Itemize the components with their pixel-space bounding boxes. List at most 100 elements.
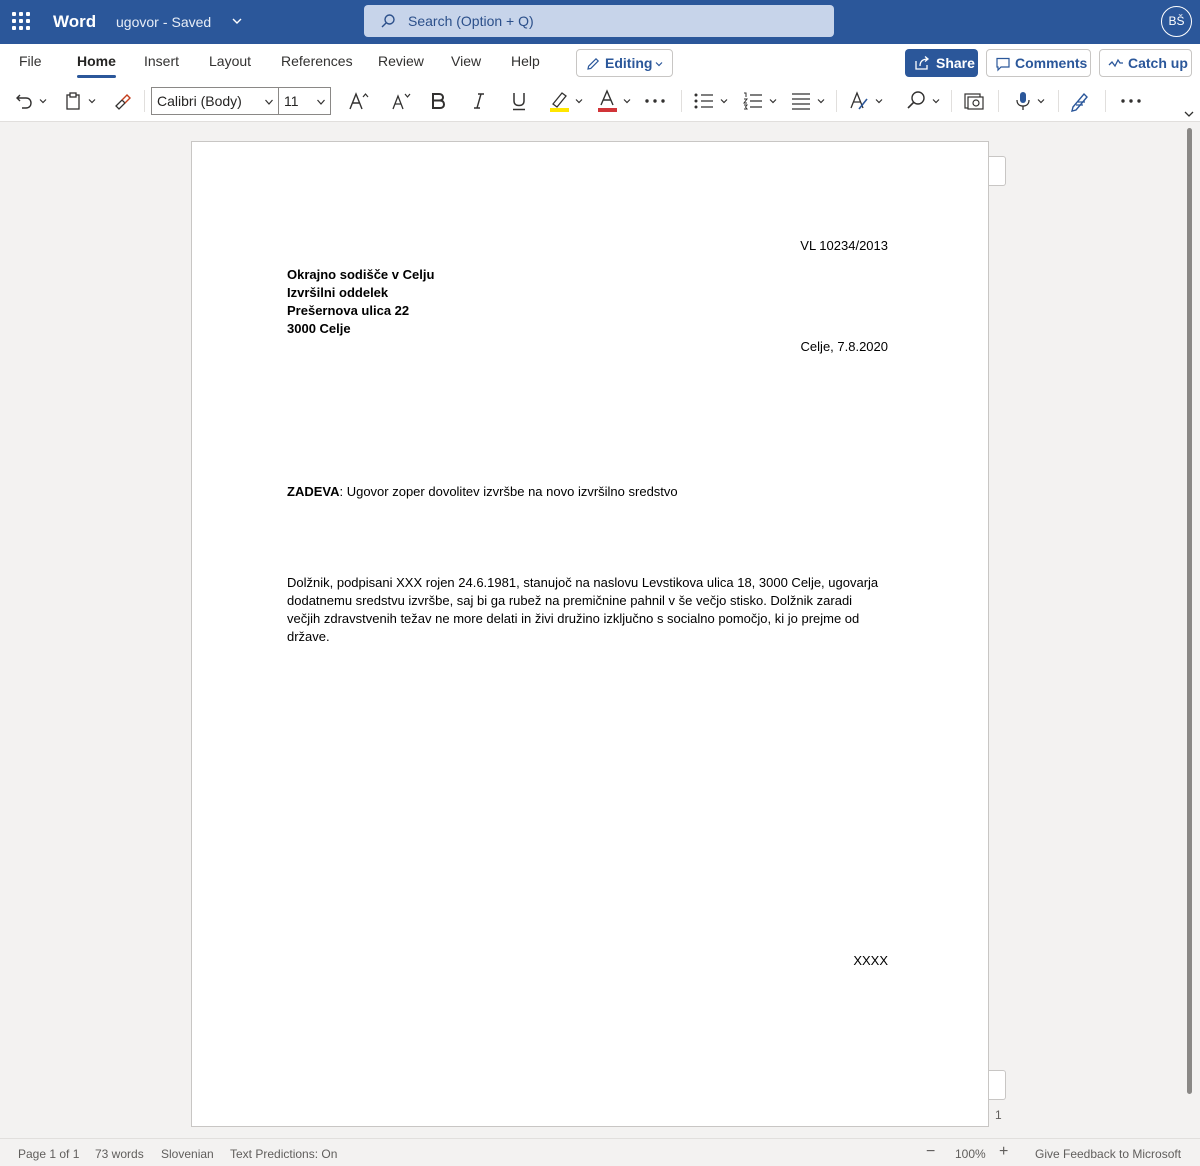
search-placeholder: Search (Option + Q) xyxy=(408,13,534,29)
divider xyxy=(836,90,837,112)
body-line: večjih zdravstvenih težav ne more delati… xyxy=(287,611,860,626)
recipient-line-1: Okrajno sodišče v Celju xyxy=(287,267,435,282)
share-button[interactable]: Share xyxy=(905,49,978,77)
font-name-select[interactable]: Calibri (Body) xyxy=(151,87,279,115)
text-predictions[interactable]: Text Predictions: On xyxy=(230,1147,337,1161)
font-color-swatch xyxy=(598,108,617,112)
highlight-color-button[interactable] xyxy=(548,88,584,114)
app-launcher-icon[interactable] xyxy=(12,12,30,30)
styles-button[interactable] xyxy=(848,88,884,114)
zoom-out-button[interactable]: − xyxy=(926,1143,935,1161)
more-icon xyxy=(645,99,665,103)
tab-layout[interactable]: Layout xyxy=(209,53,251,69)
chevron-down-icon xyxy=(769,99,777,104)
recipient-line-2: Izvršilni oddelek xyxy=(287,285,389,300)
undo-button[interactable] xyxy=(14,88,48,114)
more-font-options-button[interactable] xyxy=(644,88,666,114)
dictate-button[interactable] xyxy=(1014,88,1046,114)
language[interactable]: Slovenian xyxy=(161,1147,214,1161)
recipient-line-3: Prešernova ulica 22 xyxy=(287,303,410,318)
divider xyxy=(1058,90,1059,112)
document-title[interactable]: ugovor - Saved xyxy=(116,14,211,30)
tab-view[interactable]: View xyxy=(451,53,481,69)
share-icon xyxy=(915,56,930,70)
search-icon xyxy=(381,14,395,28)
divider xyxy=(951,90,952,112)
format-painter-icon xyxy=(115,94,131,110)
body-line: dodatnemu sredstvu izvršbe, saj bi ga ru… xyxy=(287,593,853,608)
chevron-down-icon xyxy=(720,99,728,104)
subject-label: ZADEVA xyxy=(287,484,340,499)
vertical-scrollbar[interactable] xyxy=(1187,128,1192,1094)
ribbon-tabs: File Home Insert Layout References Revie… xyxy=(0,44,1200,80)
page-info[interactable]: Page 1 of 1 xyxy=(18,1147,79,1161)
chevron-down-icon xyxy=(655,62,663,67)
search-icon xyxy=(907,91,925,109)
tab-insert[interactable]: Insert xyxy=(144,53,179,69)
body-paragraph: Dolžnik, podpisani XXX rojen 24.6.1981, … xyxy=(287,574,897,646)
bold-icon xyxy=(432,93,446,109)
app-name[interactable]: Word xyxy=(53,12,96,32)
word-count[interactable]: 73 words xyxy=(95,1147,144,1161)
tab-home[interactable]: Home xyxy=(77,53,116,78)
editor-button[interactable] xyxy=(1070,88,1090,114)
catch-up-button[interactable]: Catch up xyxy=(1099,49,1192,77)
recipient-line-4: 3000 Celje xyxy=(287,321,351,336)
body-line: države. xyxy=(287,629,330,644)
editor-pen-icon xyxy=(1071,92,1088,112)
catch-up-label: Catch up xyxy=(1128,55,1188,71)
alignment-button[interactable] xyxy=(790,88,826,114)
styles-icon xyxy=(850,91,868,110)
ribbon-collapse-chevron-icon[interactable] xyxy=(1183,108,1195,120)
catch-up-icon xyxy=(1108,58,1123,68)
chevron-down-icon[interactable] xyxy=(230,14,244,28)
document-name: ugovor xyxy=(116,14,159,30)
tab-references[interactable]: References xyxy=(281,53,353,69)
italic-button[interactable] xyxy=(472,88,486,114)
find-button[interactable] xyxy=(905,88,941,114)
status-bar: Page 1 of 1 73 words Slovenian Text Pred… xyxy=(0,1138,1200,1166)
editing-mode-button[interactable]: Editing xyxy=(576,49,673,77)
page-margin-marker-bottom xyxy=(989,1070,1006,1100)
numbering-button[interactable] xyxy=(742,88,778,114)
avatar[interactable]: BŠ xyxy=(1161,6,1192,37)
bullet-list-icon xyxy=(694,93,713,109)
highlighter-icon xyxy=(550,92,569,112)
editing-label: Editing xyxy=(605,55,653,71)
ribbon-toolbar: Calibri (Body) 11 xyxy=(0,80,1200,122)
underline-button[interactable] xyxy=(510,88,528,114)
clipboard-icon xyxy=(66,92,80,110)
paste-button[interactable] xyxy=(63,88,97,114)
reuse-files-button[interactable] xyxy=(963,88,985,114)
font-size-select[interactable]: 11 xyxy=(278,87,331,115)
zoom-in-button[interactable]: + xyxy=(999,1143,1008,1161)
underline-icon xyxy=(513,93,525,111)
tab-review[interactable]: Review xyxy=(378,53,424,69)
increase-font-size-button[interactable] xyxy=(348,88,370,114)
zoom-level[interactable]: 100% xyxy=(955,1147,986,1161)
bullets-button[interactable] xyxy=(693,88,729,114)
format-painter-button[interactable] xyxy=(112,88,132,114)
align-justify-icon xyxy=(792,93,810,110)
document-page[interactable]: VL 10234/2013 Okrajno sodišče v Celju Iz… xyxy=(191,141,989,1127)
font-color-button[interactable] xyxy=(596,88,632,114)
highlight-color-swatch xyxy=(550,108,569,112)
bold-button[interactable] xyxy=(430,88,446,114)
share-label: Share xyxy=(936,55,975,71)
tab-file[interactable]: File xyxy=(19,53,42,69)
italic-icon xyxy=(474,93,484,109)
more-options-button[interactable] xyxy=(1120,88,1142,114)
pencil-icon xyxy=(587,57,600,70)
reuse-files-icon xyxy=(964,93,984,110)
font-name-value: Calibri (Body) xyxy=(157,93,242,109)
comments-button[interactable]: Comments xyxy=(986,49,1091,77)
tab-help[interactable]: Help xyxy=(511,53,540,69)
decrease-font-size-button[interactable] xyxy=(390,88,412,114)
search-input[interactable]: Search (Option + Q) xyxy=(364,5,834,37)
chevron-down-icon xyxy=(265,99,273,105)
divider xyxy=(998,90,999,112)
save-status: Saved xyxy=(171,14,212,30)
chevron-down-icon xyxy=(817,99,825,104)
feedback-link[interactable]: Give Feedback to Microsoft xyxy=(1035,1147,1181,1161)
comment-icon xyxy=(996,57,1010,72)
